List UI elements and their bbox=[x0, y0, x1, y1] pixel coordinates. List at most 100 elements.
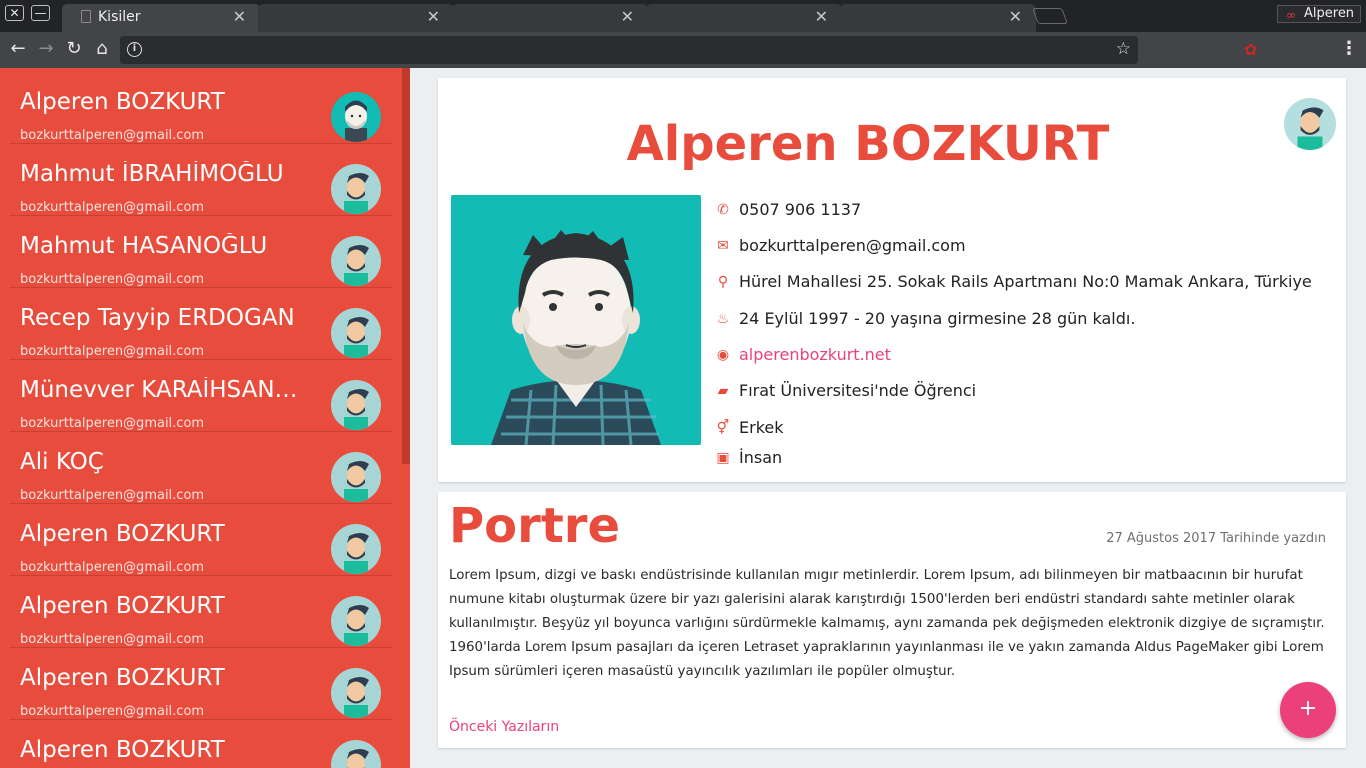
forward-icon[interactable]: → bbox=[34, 38, 58, 62]
tab-2[interactable]: ✕ bbox=[258, 4, 454, 32]
document-icon bbox=[81, 10, 91, 23]
sidebar-scrollbar[interactable] bbox=[402, 68, 410, 464]
contact-name: Ali KOÇ bbox=[20, 449, 104, 475]
tab-kisiler[interactable]: Kisiler ✕ bbox=[62, 4, 260, 32]
avatar-person-icon bbox=[344, 677, 369, 718]
extension-icon[interactable]: ✿ bbox=[1244, 40, 1257, 59]
avatar-person-icon bbox=[344, 173, 369, 214]
contact-item[interactable]: Mahmut HASANOĞLU bozkurttalperen@gmail.c… bbox=[10, 216, 392, 288]
contact-name: Recep Tayyip ERDOGAN bbox=[20, 305, 295, 331]
contacts-sidebar: Alperen BOZKURT bozkurttalperen@gmail.co… bbox=[0, 68, 410, 768]
tab-close-icon[interactable]: ✕ bbox=[815, 7, 828, 26]
avatar-person-icon bbox=[344, 461, 369, 502]
info-icon[interactable]: i bbox=[127, 42, 142, 57]
contact-name: Alperen BOZKURT bbox=[20, 737, 225, 763]
avatar bbox=[331, 236, 381, 286]
post-date: 27 Ağustos 2017 Tarihinde yazdın bbox=[1106, 531, 1326, 546]
email-address: bozkurttalperen@gmail.com bbox=[739, 236, 966, 255]
birthday-text: 24 Eylül 1997 - 20 yaşına girmesine 28 g… bbox=[739, 309, 1136, 328]
new-tab-button[interactable] bbox=[1032, 8, 1068, 24]
contact-item[interactable]: Ali KOÇ bozkurttalperen@gmail.com bbox=[10, 432, 392, 504]
tab-5[interactable]: ✕ bbox=[840, 4, 1036, 32]
home-icon[interactable]: ⌂ bbox=[90, 38, 114, 62]
contact-item[interactable]: Alperen BOZKURT bozkurttalperen@gmail.co… bbox=[10, 72, 392, 144]
tab-close-icon[interactable]: ✕ bbox=[427, 7, 440, 26]
avatar bbox=[331, 452, 381, 502]
back-icon[interactable]: ← bbox=[6, 38, 30, 62]
contact-name: Alperen BOZKURT bbox=[20, 521, 225, 547]
window-close-button[interactable]: ✕ bbox=[5, 5, 24, 21]
contact-item[interactable]: Münevver KARAİHSANOĞLU bozkurttalperen@g… bbox=[10, 360, 392, 432]
window-minimize-button[interactable]: — bbox=[31, 5, 50, 21]
avatar bbox=[331, 596, 381, 646]
tab-title: Kisiler bbox=[98, 9, 141, 25]
post-card: Portre 27 Ağustos 2017 Tarihinde yazdın … bbox=[438, 492, 1346, 748]
tab-3[interactable]: ✕ bbox=[452, 4, 648, 32]
contact-item[interactable]: Alperen BOZKURT bbox=[10, 720, 392, 768]
contact-email: bozkurttalperen@gmail.com bbox=[20, 632, 205, 647]
avatar bbox=[331, 380, 381, 430]
species-text: İnsan bbox=[739, 448, 783, 467]
website-link[interactable]: alperenbozkurt.net bbox=[739, 345, 891, 364]
contact-email: bozkurttalperen@gmail.com bbox=[20, 272, 205, 287]
bookmark-star-icon[interactable]: ☆ bbox=[1116, 39, 1131, 59]
contact-email: bozkurttalperen@gmail.com bbox=[20, 128, 205, 143]
profile-portrait bbox=[451, 195, 701, 445]
contact-item[interactable]: Alperen BOZKURT bozkurttalperen@gmail.co… bbox=[10, 576, 392, 648]
tab-strip: ✕ — Kisiler ✕ ✕ ✕ ✕ ✕ ∞ Alperen bbox=[0, 0, 1366, 32]
tab-close-icon[interactable]: ✕ bbox=[621, 7, 634, 26]
contact-email: bozkurttalperen@gmail.com bbox=[20, 560, 205, 575]
reload-icon[interactable]: ↻ bbox=[62, 38, 86, 62]
contact-email: bozkurttalperen@gmail.com bbox=[20, 344, 205, 359]
contact-email: bozkurttalperen@gmail.com bbox=[20, 488, 205, 503]
contact-name: Mahmut İBRAHİMOĞLU bbox=[20, 161, 284, 187]
avatar-person-icon bbox=[1297, 107, 1324, 150]
birthday-cake-icon: ♨ bbox=[716, 311, 730, 327]
avatar-person-icon bbox=[344, 389, 369, 430]
avatar bbox=[331, 308, 381, 358]
occupation-text: Fırat Üniversitesi'nde Öğrenci bbox=[739, 381, 977, 400]
contact-item[interactable]: Mahmut İBRAHİMOĞLU bozkurttalperen@gmail… bbox=[10, 144, 392, 216]
contact-name: Mahmut HASANOĞLU bbox=[20, 233, 268, 259]
profile-card: Alperen BOZKURT ✆ 0507 906 1137 ✉ bozkur… bbox=[438, 78, 1346, 482]
portrait-illustration bbox=[491, 230, 661, 445]
avatar bbox=[331, 740, 381, 768]
address-bar[interactable]: i ☆ bbox=[120, 36, 1138, 64]
user-avatar[interactable] bbox=[1284, 98, 1336, 150]
address-text: Hürel Mahallesi 25. Sokak Rails Apartman… bbox=[739, 272, 1312, 291]
profile-button[interactable]: ∞ Alperen bbox=[1277, 5, 1361, 23]
gender-icon: ⚥ bbox=[716, 420, 730, 436]
post-title: Portre bbox=[449, 498, 620, 554]
tab-close-icon[interactable]: ✕ bbox=[233, 7, 246, 26]
avatar-person-icon bbox=[344, 605, 369, 646]
contact-email: bozkurttalperen@gmail.com bbox=[20, 200, 205, 215]
globe-icon: ◉ bbox=[716, 347, 730, 363]
add-button[interactable]: + bbox=[1280, 682, 1336, 738]
tab-close-icon[interactable]: ✕ bbox=[1009, 7, 1022, 26]
post-body: Lorem Ipsum, dizgi ve baskı endüstrisind… bbox=[449, 568, 1325, 679]
contact-item[interactable]: Alperen BOZKURT bozkurttalperen@gmail.co… bbox=[10, 504, 392, 576]
contact-item[interactable]: Recep Tayyip ERDOGAN bozkurttalperen@gma… bbox=[10, 288, 392, 360]
android-icon: ▣ bbox=[716, 450, 730, 466]
previous-posts-link[interactable]: Önceki Yazıların bbox=[449, 719, 559, 735]
contact-email: bozkurttalperen@gmail.com bbox=[20, 704, 205, 719]
phone-number: 0507 906 1137 bbox=[739, 200, 862, 219]
map-marker-icon: ⚲ bbox=[717, 274, 729, 290]
tab-4[interactable]: ✕ bbox=[646, 4, 842, 32]
avatar bbox=[331, 524, 381, 574]
avatar bbox=[331, 164, 381, 214]
avatar-person-icon bbox=[344, 533, 369, 574]
browser-menu-icon[interactable]: ⋮ bbox=[1340, 38, 1358, 59]
gender-text: Erkek bbox=[739, 418, 784, 437]
contact-item[interactable]: Alperen BOZKURT bozkurttalperen@gmail.co… bbox=[10, 648, 392, 720]
contact-name: Alperen BOZKURT bbox=[20, 665, 225, 691]
profile-name: Alperen bbox=[1304, 6, 1355, 21]
envelope-icon: ✉ bbox=[717, 238, 729, 254]
browser-toolbar: ← → ↻ ⌂ i ☆ ✿ ⋮ bbox=[0, 32, 1366, 68]
avatar bbox=[331, 668, 381, 718]
avatar-person-icon bbox=[347, 749, 369, 768]
contact-name: Alperen BOZKURT bbox=[20, 89, 225, 115]
profile-icon: ∞ bbox=[1286, 8, 1296, 22]
contact-email: bozkurttalperen@gmail.com bbox=[20, 416, 205, 431]
avatar-face-icon bbox=[345, 100, 367, 142]
